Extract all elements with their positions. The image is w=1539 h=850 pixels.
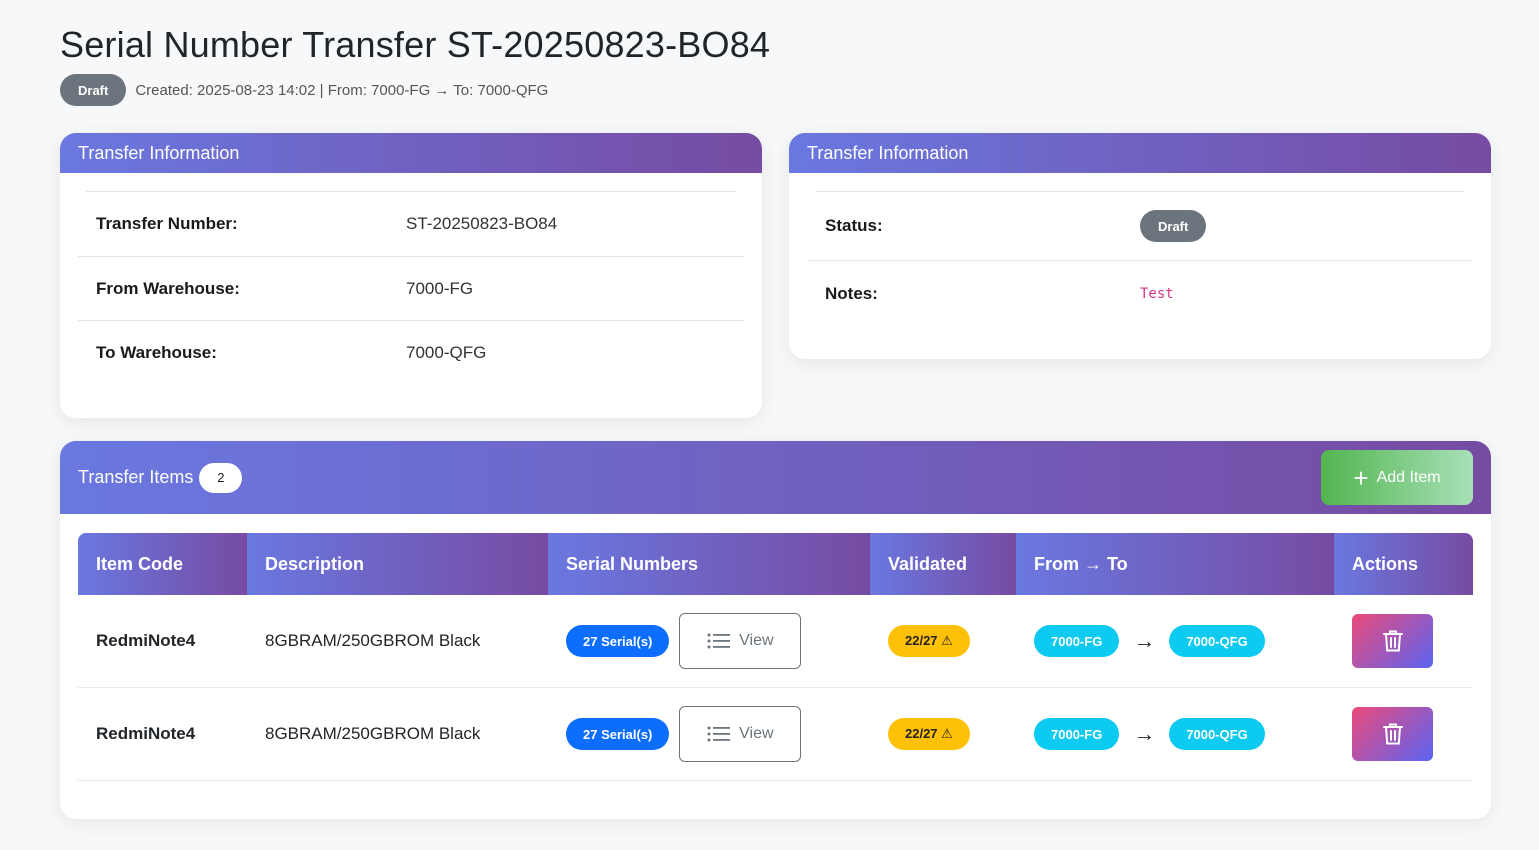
info-value: 7000-FG [406, 278, 474, 298]
list-icon [707, 633, 731, 649]
info-row-notes: Notes: Test [807, 260, 1473, 326]
info-value: 7000-QFG [406, 342, 487, 362]
items-title-text: Transfer Items [78, 467, 194, 487]
from-warehouse-badge: 7000-FG [1034, 625, 1120, 657]
info-label: From Warehouse: [96, 278, 240, 298]
items-table: Item Code Description Serial Numbers Val… [78, 533, 1473, 781]
transfer-info-card: Transfer Information Transfer Number: ST… [60, 133, 762, 418]
trash-icon [1382, 723, 1403, 745]
items-header: Transfer Items 2 + Add Item [60, 441, 1491, 514]
info-row-from-warehouse: From Warehouse: 7000-FG [78, 256, 744, 320]
add-item-label: Add Item [1376, 468, 1441, 486]
col-item-code: Item Code [78, 533, 247, 595]
info-value: ST-20250823-BO84 [406, 214, 558, 233]
info-label: To Warehouse: [96, 342, 217, 362]
add-item-button[interactable]: + Add Item [1321, 450, 1473, 505]
view-serials-button[interactable]: View [679, 706, 802, 762]
validated-badge: 22/27 ⚠ [888, 718, 970, 750]
validated-cell: 22/27 ⚠ [870, 718, 1016, 750]
notes-value: Test [1140, 285, 1174, 302]
card-header: Transfer Information [789, 133, 1491, 173]
actions-cell [1334, 614, 1473, 668]
to-warehouse-badge: 7000-QFG [1169, 625, 1265, 657]
info-label: Status: [825, 216, 883, 235]
info-row-to-warehouse: To Warehouse: 7000-QFG [78, 320, 744, 384]
status-badge: Draft [60, 74, 127, 106]
from-warehouse-badge: 7000-FG [1034, 718, 1120, 750]
info-row-status: Status: Draft [807, 192, 1473, 260]
table-row: RedmiNote4 8GBRAM/250GBROM Black 27 Seri… [78, 595, 1473, 688]
delete-item-button[interactable] [1352, 707, 1433, 761]
info-label: Notes: [825, 283, 878, 303]
items-title: Transfer Items 2 [78, 462, 243, 493]
trash-icon [1382, 630, 1403, 652]
from-to-cell: 7000-FG → 7000-QFG [1016, 625, 1334, 657]
info-row-transfer-number: Transfer Number: ST-20250823-BO84 [78, 192, 744, 256]
col-serial-numbers: Serial Numbers [548, 533, 870, 595]
arrow-right-icon: → [1133, 721, 1156, 746]
table-header: Item Code Description Serial Numbers Val… [78, 533, 1473, 595]
view-label: View [739, 725, 774, 742]
info-table: Status: Draft Notes: Test [807, 191, 1473, 326]
arrow-right-icon: → [1133, 628, 1156, 653]
info-table: Transfer Number: ST-20250823-BO84 From W… [78, 191, 744, 384]
card-header: Transfer Information [60, 133, 762, 173]
page-subline: Draft Created: 2025-08-23 14:02 | From: … [60, 74, 548, 106]
table-row: RedmiNote4 8GBRAM/250GBROM Black 27 Seri… [78, 688, 1473, 781]
transfer-items-card: Transfer Items 2 + Add Item Item Code De… [60, 441, 1491, 819]
status-badge: Draft [1140, 210, 1207, 242]
to-warehouse-badge: 7000-QFG [1169, 718, 1265, 750]
item-description: 8GBRAM/250GBROM Black [265, 631, 481, 650]
actions-cell [1334, 707, 1473, 761]
view-label: View [739, 632, 774, 649]
item-code: RedmiNote4 [96, 724, 196, 743]
plus-icon: + [1353, 462, 1369, 493]
list-icon [707, 726, 731, 742]
page-title: Serial Number Transfer ST-20250823-BO84 [60, 24, 771, 65]
delete-item-button[interactable] [1352, 614, 1433, 668]
validated-cell: 22/27 ⚠ [870, 625, 1016, 657]
serial-count-badge: 27 Serial(s) [566, 625, 670, 657]
created-meta: Created: 2025-08-23 14:02 | From: 7000-F… [135, 81, 549, 99]
col-from-to: From → To [1016, 533, 1334, 595]
validated-badge: 22/27 ⚠ [888, 625, 970, 657]
from-to-cell: 7000-FG → 7000-QFG [1016, 718, 1334, 750]
transfer-status-card: Transfer Information Status: Draft Notes… [789, 133, 1491, 359]
info-label: Transfer Number: [96, 214, 238, 233]
item-description: 8GBRAM/250GBROM Black [265, 724, 481, 743]
col-validated: Validated [870, 533, 1016, 595]
col-actions: Actions [1334, 533, 1473, 595]
items-count-badge: 2 [199, 462, 243, 493]
serial-count-badge: 27 Serial(s) [566, 718, 670, 750]
col-description: Description [247, 533, 548, 595]
item-code: RedmiNote4 [96, 631, 196, 650]
serial-cell: 27 Serial(s) View [548, 613, 870, 669]
serial-cell: 27 Serial(s) View [548, 706, 870, 762]
view-serials-button[interactable]: View [679, 613, 802, 669]
